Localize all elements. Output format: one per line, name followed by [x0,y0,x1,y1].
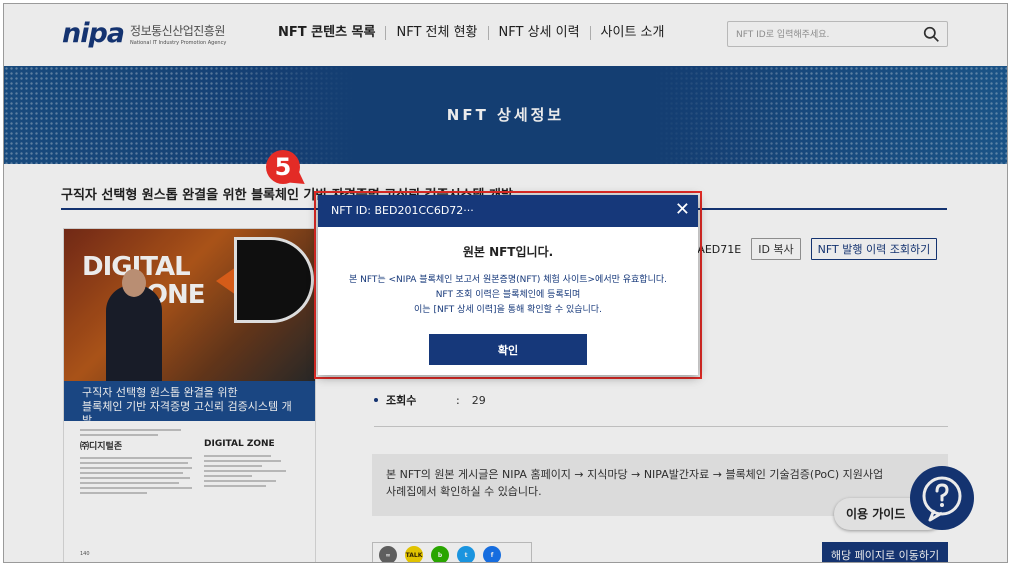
confirm-button[interactable]: 확인 [429,334,587,365]
browser-frame: nipa 정보통신산업진흥원 National IT Industry Prom… [3,3,1008,563]
modal-header: NFT ID: BED201CC6D72··· ✕ [318,195,698,227]
modal-message-line-1: 본 NFT는 <NIPA 블록체인 보고서 원본증명(NFT) 체험 사이트>에… [348,275,668,285]
modal-message-line-3: 이는 [NFT 상세 이력]을 통해 확인할 수 있습니다. [414,305,602,315]
callout-number-badge: 5 [266,150,300,184]
modal-message: 본 NFT는 <NIPA 블록체인 보고서 원본증명(NFT) 체험 사이트>에… [318,273,698,318]
modal-heading: 원본 NFT입니다. [462,245,554,259]
close-icon[interactable]: ✕ [675,200,690,220]
modal-message-line-2: NFT 조회 이력은 블록체인에 등록되며 [435,290,581,300]
modal-title: NFT ID: BED201CC6D72··· [331,204,474,217]
original-nft-modal: NFT ID: BED201CC6D72··· ✕ 원본 NFT입니다. 본 N… [318,195,698,375]
